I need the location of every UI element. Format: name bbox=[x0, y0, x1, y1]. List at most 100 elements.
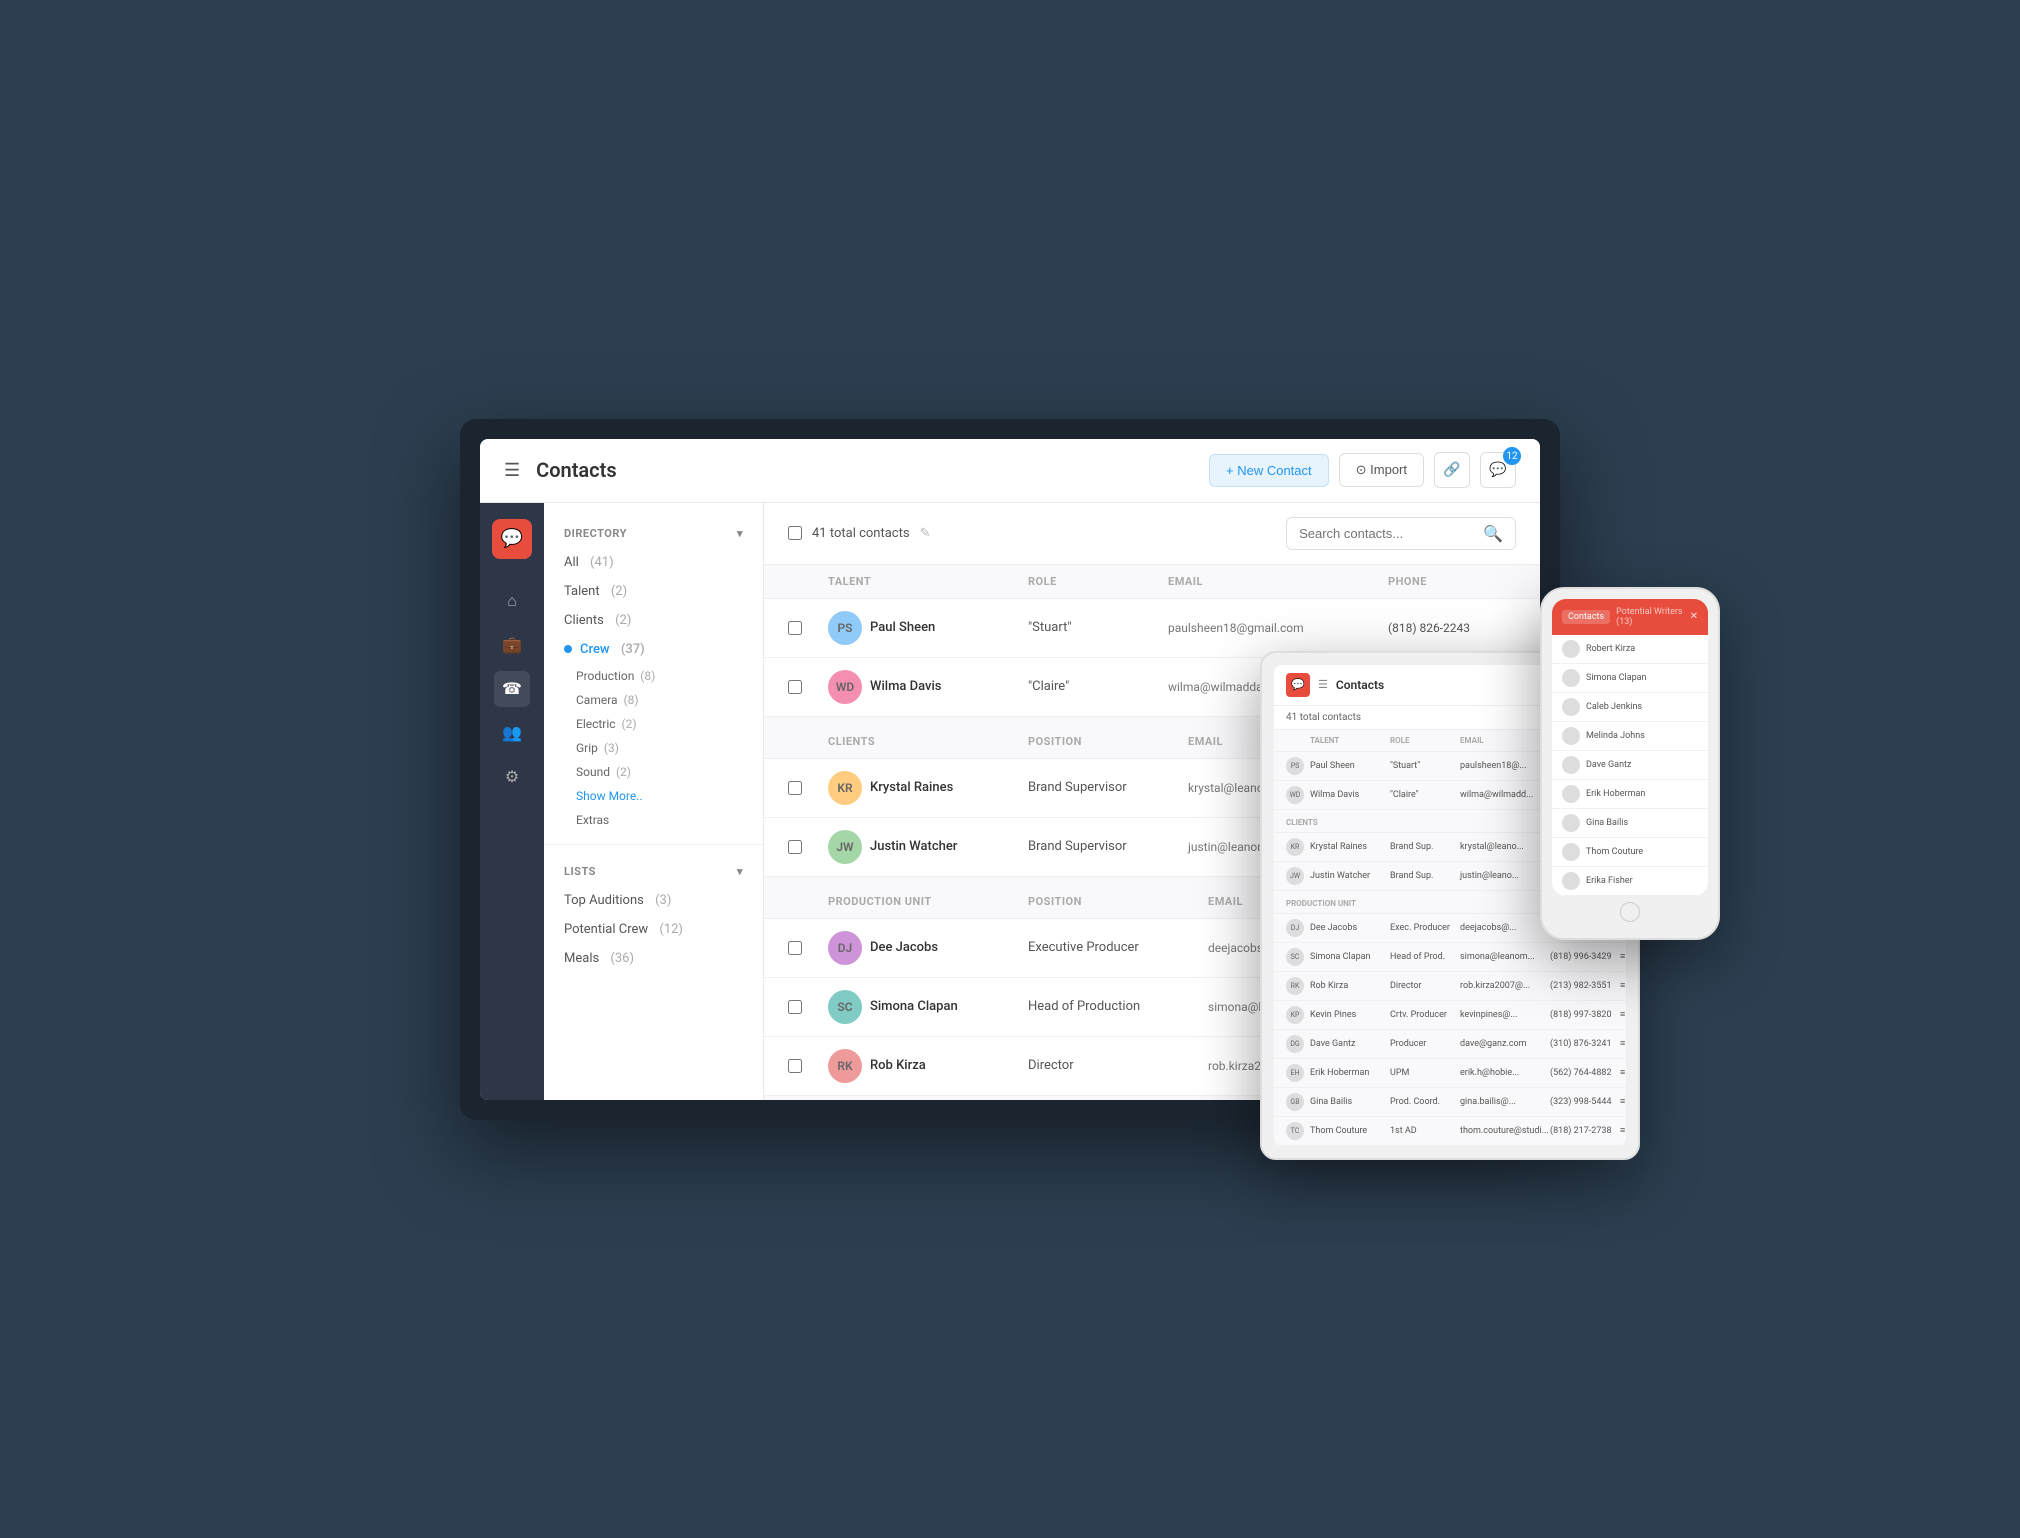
tablet-thom-couture-row[interactable]: TC Thom Couture 1st AD thom.couture@stud… bbox=[1274, 1117, 1626, 1146]
select-all-checkbox[interactable] bbox=[788, 526, 802, 540]
tablet-avatar: DG bbox=[1286, 1035, 1304, 1053]
chat-badge: 12 bbox=[1503, 447, 1521, 465]
row-checkbox[interactable] bbox=[788, 781, 802, 795]
sidebar-item-all[interactable]: All (41) bbox=[544, 548, 763, 577]
top-actions: + New Contact ⊙ Import 🔗 💬 12 bbox=[1209, 452, 1516, 488]
row-checkbox[interactable] bbox=[788, 1000, 802, 1014]
lists-header: Lists ▾ bbox=[544, 857, 763, 886]
nav-settings[interactable]: ⚙ bbox=[494, 759, 530, 795]
row-checkbox[interactable] bbox=[788, 1059, 802, 1073]
tablet-avatar: GB bbox=[1286, 1093, 1304, 1111]
nav-group[interactable]: 👥 bbox=[494, 715, 530, 751]
sidebar-extras[interactable]: Extras bbox=[544, 808, 763, 832]
search-icon: 🔍 bbox=[1483, 524, 1503, 543]
icon-nav: 💬 ⌂ 💼 ☎ 👥 ⚙ bbox=[480, 503, 544, 1100]
col-email: EMAIL bbox=[1168, 575, 1388, 588]
col-production-unit: PRODUCTION UNIT bbox=[828, 895, 1028, 908]
tablet-row[interactable]: DG Dave Gantz Producer dave@ganz.com (31… bbox=[1274, 1030, 1626, 1059]
sidebar-sub-grip[interactable]: Grip (3) bbox=[544, 736, 763, 760]
row-checkbox[interactable] bbox=[788, 941, 802, 955]
phone-row[interactable]: Melinda Johns bbox=[1552, 722, 1708, 751]
contact-name: Justin Watcher bbox=[870, 839, 957, 854]
phone-row[interactable]: Gina Bailis bbox=[1552, 809, 1708, 838]
col-talent: TALENT bbox=[828, 575, 1028, 588]
phone-avatar bbox=[1562, 872, 1580, 890]
contact-cell: WD Wilma Davis bbox=[828, 670, 1028, 704]
tablet-avatar: KR bbox=[1286, 838, 1304, 856]
tablet-row[interactable]: EH Erik Hoberman UPM erik.h@hobie... (56… bbox=[1274, 1059, 1626, 1088]
avatar: RK bbox=[828, 1049, 862, 1083]
tablet-avatar: KP bbox=[1286, 1006, 1304, 1024]
avatar: DJ bbox=[828, 931, 862, 965]
nav-home[interactable]: ⌂ bbox=[494, 583, 530, 619]
sidebar-meals[interactable]: Meals (36) bbox=[544, 944, 763, 973]
desktop-frame: ☰ Contacts + New Contact ⊙ Import 🔗 💬 12… bbox=[460, 419, 1560, 1120]
phone-tab-writers[interactable]: Potential Writers (13) bbox=[1616, 607, 1684, 627]
sidebar-potential-crew[interactable]: Potential Crew (12) bbox=[544, 915, 763, 944]
contact-cell: KR Krystal Raines bbox=[828, 771, 1028, 805]
phone-row[interactable]: Simona Clapan bbox=[1552, 664, 1708, 693]
contact-role: Director bbox=[1028, 1058, 1208, 1073]
sidebar-sub-electric[interactable]: Electric (2) bbox=[544, 712, 763, 736]
sidebar-item-clients[interactable]: Clients (2) bbox=[544, 606, 763, 635]
sidebar-show-more[interactable]: Show More.. bbox=[544, 784, 763, 808]
tablet-avatar: WD bbox=[1286, 786, 1304, 804]
contact-cell: SC Simona Clapan bbox=[828, 990, 1028, 1024]
active-bullet bbox=[564, 645, 572, 653]
sidebar-sub-production[interactable]: Production (8) bbox=[544, 664, 763, 688]
hamburger-icon[interactable]: ☰ bbox=[504, 460, 520, 481]
thom-couture-name: Thom Couture bbox=[1310, 1126, 1390, 1136]
sidebar-sub-sound[interactable]: Sound (2) bbox=[544, 760, 763, 784]
tablet-row[interactable]: KP Kevin Pines Crtv. Producer kevinpines… bbox=[1274, 1001, 1626, 1030]
contact-role: "Stuart" bbox=[1028, 620, 1168, 635]
phone-topbar: Contacts Potential Writers (13) ✕ bbox=[1552, 599, 1708, 635]
phone-row[interactable]: Erik Hoberman bbox=[1552, 780, 1708, 809]
table-row[interactable]: PS Paul Sheen "Stuart" paulsheen18@gmail… bbox=[764, 599, 1540, 658]
phone-home-button[interactable] bbox=[1552, 896, 1708, 928]
phone-thom-couture-row[interactable]: Thom Couture bbox=[1552, 838, 1708, 867]
search-input[interactable] bbox=[1299, 526, 1475, 541]
contacts-header: 41 total contacts ✎ 🔍 bbox=[764, 503, 1540, 565]
link-button[interactable]: 🔗 bbox=[1434, 452, 1470, 488]
tablet-row[interactable]: RK Rob Kirza Director rob.kirza2007@... … bbox=[1274, 972, 1626, 1001]
tablet-hamburger: ☰ bbox=[1318, 678, 1328, 691]
new-contact-button[interactable]: + New Contact bbox=[1209, 454, 1329, 487]
chat-button[interactable]: 💬 12 bbox=[1480, 452, 1516, 488]
phone-row[interactable]: Robert Kirza bbox=[1552, 635, 1708, 664]
phone-row[interactable]: Caleb Jenkins bbox=[1552, 693, 1708, 722]
phone-row[interactable]: Erika Fisher bbox=[1552, 867, 1708, 896]
contact-cell: DJ Dee Jacobs bbox=[828, 931, 1028, 965]
phone-avatar bbox=[1562, 698, 1580, 716]
sidebar-top-auditions[interactable]: Top Auditions (3) bbox=[544, 886, 763, 915]
phone-close-icon[interactable]: ✕ bbox=[1690, 611, 1698, 622]
phone-avatar bbox=[1562, 669, 1580, 687]
row-checkbox[interactable] bbox=[788, 680, 802, 694]
tablet-avatar: PS bbox=[1286, 757, 1304, 775]
avatar: WD bbox=[828, 670, 862, 704]
avatar: KR bbox=[828, 771, 862, 805]
page-title: Contacts bbox=[536, 458, 1193, 482]
row-checkbox[interactable] bbox=[788, 840, 802, 854]
sidebar-sub-camera[interactable]: Camera (8) bbox=[544, 688, 763, 712]
sidebar-item-crew[interactable]: Crew (37) bbox=[544, 635, 763, 664]
col-clients: CLIENTS bbox=[828, 735, 1028, 748]
contact-role: Head of Production bbox=[1028, 999, 1208, 1014]
nav-briefcase[interactable]: 💼 bbox=[494, 627, 530, 663]
col-position: POSITION bbox=[1028, 735, 1188, 748]
sidebar-item-talent[interactable]: Talent (2) bbox=[544, 577, 763, 606]
tablet-row[interactable]: GB Gina Bailis Prod. Coord. gina.bailis@… bbox=[1274, 1088, 1626, 1117]
import-button[interactable]: ⊙ Import bbox=[1339, 453, 1424, 487]
edit-icon[interactable]: ✎ bbox=[920, 526, 931, 541]
phone-row[interactable]: Dave Gantz bbox=[1552, 751, 1708, 780]
phone-tab-contacts[interactable]: Contacts bbox=[1562, 610, 1610, 624]
tablet-row[interactable]: SC Simona Clapan Head of Prod. simona@le… bbox=[1274, 943, 1626, 972]
contact-name: Krystal Raines bbox=[870, 780, 953, 795]
nav-contacts[interactable]: ☎ bbox=[494, 671, 530, 707]
avatar: PS bbox=[828, 611, 862, 645]
tablet-title: Contacts bbox=[1336, 678, 1558, 692]
phone-avatar bbox=[1562, 785, 1580, 803]
phone-screen: Contacts Potential Writers (13) ✕ Robert… bbox=[1552, 599, 1708, 896]
contact-cell: PS Paul Sheen bbox=[828, 611, 1028, 645]
row-checkbox[interactable] bbox=[788, 621, 802, 635]
phone-avatar bbox=[1562, 814, 1580, 832]
